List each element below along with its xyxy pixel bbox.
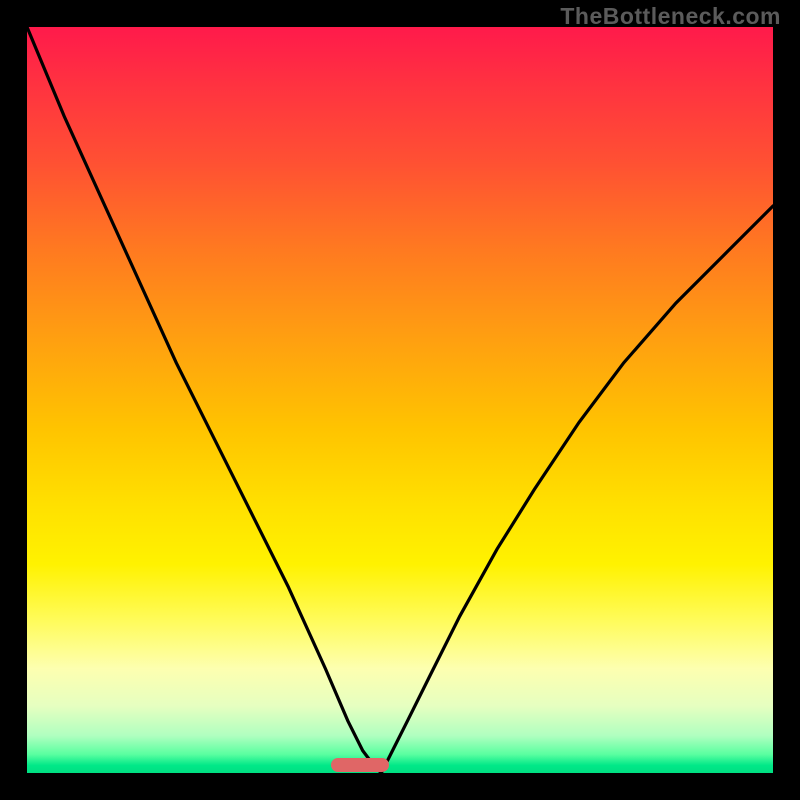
outer-frame: TheBottleneck.com [0,0,800,800]
right-curve [381,206,773,773]
left-curve [27,27,381,773]
watermark-text: TheBottleneck.com [560,3,781,30]
minimum-marker [331,758,389,772]
curves-svg [0,0,800,800]
